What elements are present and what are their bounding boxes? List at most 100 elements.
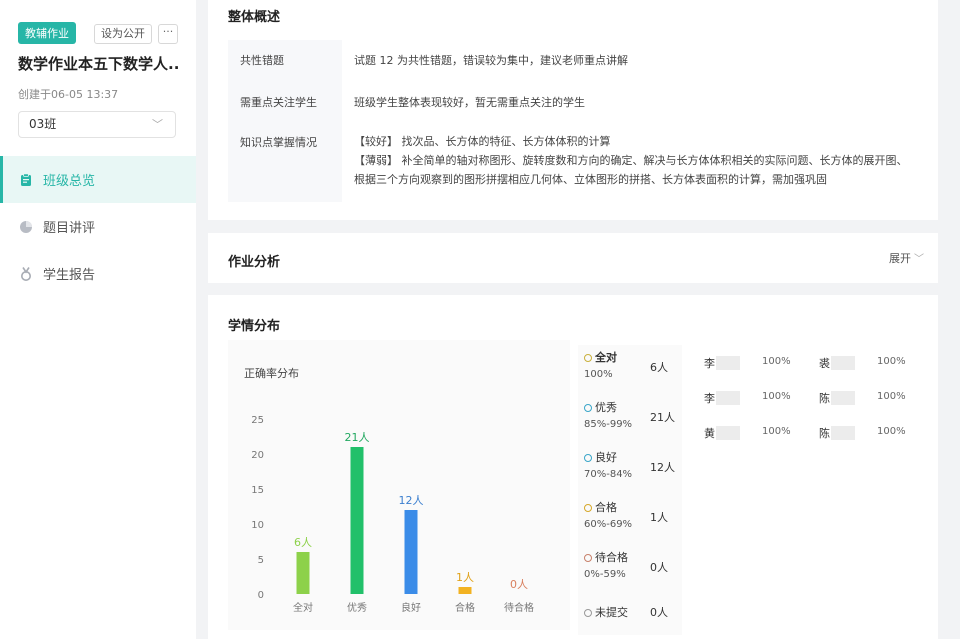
nav-item-question-review[interactable]: 题目讲评	[0, 203, 196, 250]
student-name: 裘	[819, 357, 830, 370]
y-tick-label: 25	[251, 415, 264, 426]
overview-line: 班级学生整体表现较好，暂无需重点关注的学生	[354, 96, 585, 109]
more-options-button[interactable]: ···	[158, 24, 178, 44]
overview-card: 整体概述 共性错题 试题 12 为共性错题，错误较为集中，建议老师重点讲解 需重…	[208, 0, 938, 220]
y-tick-label: 20	[251, 450, 264, 461]
nav-item-student-report[interactable]: 学生报告	[0, 250, 196, 297]
status-dot-icon	[584, 554, 592, 562]
status-dot-icon	[584, 454, 592, 462]
x-tick-label: 良好	[401, 601, 421, 614]
legend-name: 待合格	[595, 551, 628, 564]
student-name: 李	[704, 392, 715, 405]
legend-name: 未提交	[595, 606, 628, 619]
legend-name: 全对	[595, 351, 617, 364]
data-label: 6人	[294, 536, 312, 549]
legend-range: 60%-69%	[584, 519, 633, 530]
sidebar-nav: 班级总览 题目讲评 学生报告	[0, 156, 196, 297]
expand-label: 展开	[889, 252, 911, 265]
overview-row-value: 【较好】 找次品、长方体的特征、长方体体积的计算 【薄弱】 补全简单的轴对称图形…	[342, 122, 918, 202]
legend-item[interactable]: 合格 60%-69% 1人	[578, 495, 682, 545]
name-mask	[716, 356, 740, 370]
legend-item[interactable]: 全对 100% 6人	[578, 345, 682, 395]
legend-count: 6人	[650, 361, 668, 374]
y-tick-label: 15	[251, 485, 264, 496]
student-entry[interactable]: 黄 100%	[694, 425, 809, 445]
student-entry[interactable]: 陈 100%	[809, 425, 924, 445]
student-score: 100%	[762, 426, 791, 437]
student-row: 黄 100% 陈 100%	[694, 425, 924, 460]
legend-item[interactable]: 未提交 0人	[578, 595, 682, 635]
data-label: 12人	[399, 494, 424, 507]
status-dot-icon	[584, 609, 592, 617]
student-name: 黄	[704, 427, 715, 440]
y-tick-label: 5	[258, 555, 264, 566]
legend-count: 0人	[650, 606, 668, 619]
student-row: 李 100% 裘 100%	[694, 355, 924, 390]
overview-line: 【较好】 找次品、长方体的特征、长方体体积的计算	[354, 135, 611, 148]
bar	[296, 552, 310, 594]
nav-item-class-overview[interactable]: 班级总览	[0, 156, 196, 203]
analysis-title: 作业分析	[228, 255, 281, 270]
medal-icon	[18, 266, 34, 282]
overview-row-value: 试题 12 为共性错题，错误较为集中，建议老师重点讲解	[342, 40, 918, 80]
overview-row-label: 共性错题	[228, 40, 342, 80]
overview-row-label: 需重点关注学生	[228, 80, 342, 122]
legend-range: 100%	[584, 369, 613, 380]
student-score: 100%	[762, 391, 791, 402]
legend-range: 0%-59%	[584, 569, 626, 580]
legend-item[interactable]: 优秀 85%-99% 21人	[578, 395, 682, 445]
class-select[interactable]: 03班 ﹀	[18, 111, 176, 138]
legend-name: 优秀	[595, 401, 617, 414]
student-entry[interactable]: 李 100%	[694, 390, 809, 410]
legend-range: 70%-84%	[584, 469, 633, 480]
accuracy-chart: 正确率分布 0 5 10 15 20 25 6人 全对 21人 优秀 12人 良好 1人 合格 0人 待合格	[228, 340, 570, 630]
name-mask	[716, 426, 740, 440]
student-name: 陈	[819, 392, 830, 405]
overview-line: 试题 12 为共性错题，错误较为集中，建议老师重点讲解	[354, 54, 628, 67]
legend-item[interactable]: 良好 70%-84% 12人	[578, 445, 682, 495]
student-entry[interactable]: 陈 100%	[809, 390, 924, 410]
legend-range: 85%-99%	[584, 419, 633, 430]
student-score: 100%	[762, 356, 791, 367]
student-entry[interactable]: 裘 100%	[809, 355, 924, 375]
nav-item-label: 学生报告	[43, 268, 96, 283]
grade-legend: 全对 100% 6人 优秀 85%-99% 21人 良好 70%-84% 12人…	[578, 345, 682, 635]
overview-row-label: 知识点掌握情况	[228, 122, 342, 202]
set-public-button[interactable]: 设为公开	[94, 24, 152, 44]
status-dot-icon	[584, 404, 592, 412]
name-mask	[831, 391, 855, 405]
data-label: 21人	[345, 431, 370, 444]
legend-item[interactable]: 待合格 0%-59% 0人	[578, 545, 682, 595]
chevron-down-icon: ﹀	[914, 254, 924, 265]
bar	[404, 510, 418, 594]
distribution-title: 学情分布	[228, 319, 281, 334]
status-dot-icon	[584, 354, 592, 362]
clipboard-icon	[18, 172, 34, 188]
chevron-down-icon: ﹀	[152, 118, 163, 131]
x-tick-label: 待合格	[504, 601, 534, 614]
overview-row: 需重点关注学生 班级学生整体表现较好，暂无需重点关注的学生	[228, 80, 918, 122]
legend-count: 0人	[650, 561, 668, 574]
bar	[350, 447, 364, 594]
overview-row: 知识点掌握情况 【较好】 找次品、长方体的特征、长方体体积的计算 【薄弱】 补全…	[228, 122, 918, 202]
status-dot-icon	[584, 504, 592, 512]
homework-type-tag: 教辅作业	[18, 22, 76, 44]
nav-item-label: 题目讲评	[43, 221, 96, 236]
data-label: 0人	[510, 578, 528, 591]
student-score: 100%	[877, 356, 906, 367]
analysis-card: 作业分析 展开 ﹀	[208, 233, 938, 283]
student-name: 陈	[819, 427, 830, 440]
overview-table: 共性错题 试题 12 为共性错题，错误较为集中，建议老师重点讲解 需重点关注学生…	[228, 40, 918, 202]
student-name: 李	[704, 357, 715, 370]
expand-button[interactable]: 展开 ﹀	[889, 250, 924, 266]
x-tick-label: 全对	[293, 601, 313, 614]
distribution-card: 学情分布 正确率分布 0 5 10 15 20 25 6人 全对 21人 优秀 12人 良好 1人 合格 0…	[208, 295, 938, 639]
nav-item-label: 班级总览	[43, 174, 96, 189]
student-entry[interactable]: 李 100%	[694, 355, 809, 375]
x-tick-label: 合格	[455, 601, 475, 614]
name-mask	[831, 356, 855, 370]
pie-chart-icon	[18, 219, 34, 235]
homework-title: 数学作业本五下数学人...	[18, 55, 178, 73]
legend-count: 12人	[650, 461, 675, 474]
data-label: 1人	[456, 571, 474, 584]
